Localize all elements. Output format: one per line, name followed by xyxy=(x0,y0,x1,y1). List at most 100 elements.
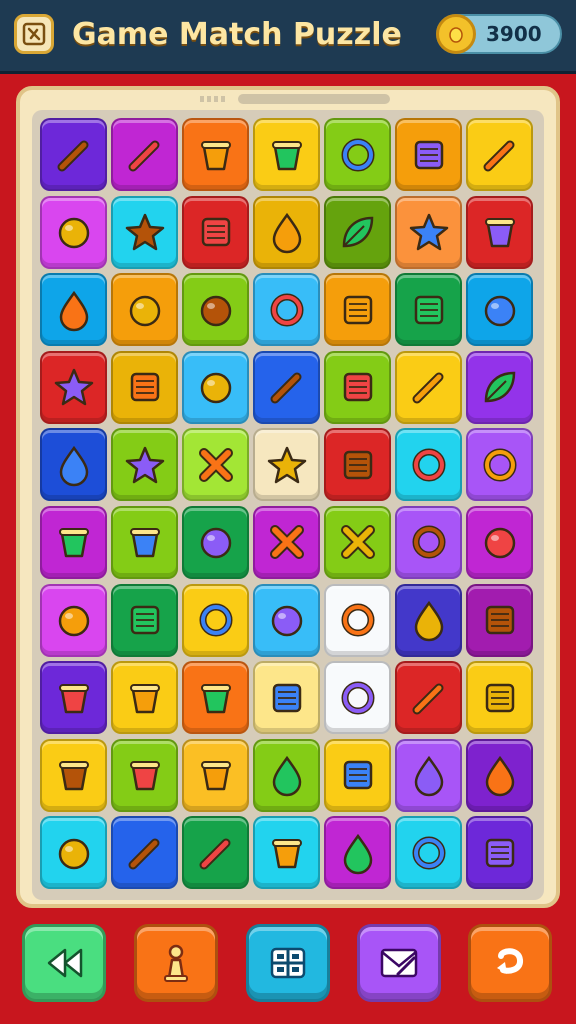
honey-pot-icon xyxy=(265,831,309,875)
bandage-icon xyxy=(478,676,522,720)
tile-book[interactable] xyxy=(324,350,391,424)
egg-icon xyxy=(336,676,380,720)
tile-torch[interactable] xyxy=(253,350,320,424)
tile-pumpkin[interactable] xyxy=(466,273,533,347)
tile-popsicle[interactable] xyxy=(253,738,320,812)
tile-ice-cream[interactable] xyxy=(40,428,107,502)
leaf-icon xyxy=(336,210,380,254)
star-icon xyxy=(265,443,309,487)
tile-x[interactable] xyxy=(324,505,391,579)
tile-balloon[interactable] xyxy=(182,273,249,347)
hint-button[interactable] xyxy=(134,924,218,1002)
shell-icon xyxy=(407,365,451,409)
starfish-icon xyxy=(123,210,167,254)
page-title: Game Match Puzzle xyxy=(72,17,402,52)
tile-drop[interactable] xyxy=(253,195,320,269)
torch-icon xyxy=(265,365,309,409)
tile-grapes[interactable] xyxy=(466,505,533,579)
mask-icon xyxy=(123,676,167,720)
tile-bread-bundle[interactable] xyxy=(466,118,533,191)
tile-flame[interactable] xyxy=(324,816,391,890)
tile-target[interactable] xyxy=(324,583,391,657)
tile-crate[interactable] xyxy=(395,118,462,191)
tile-apple[interactable] xyxy=(182,350,249,424)
tile-spiral[interactable] xyxy=(324,118,391,191)
tile-pepper[interactable] xyxy=(40,195,107,269)
tile-mask[interactable] xyxy=(111,661,178,735)
tile-square-frame[interactable] xyxy=(324,273,391,347)
tile-berry[interactable] xyxy=(40,816,107,890)
coin-counter[interactable]: 3900 xyxy=(436,14,562,54)
lucky-cat-icon xyxy=(123,753,167,797)
tile-flower[interactable] xyxy=(111,428,178,502)
tile-magnifier[interactable] xyxy=(466,428,533,502)
tile-tomato[interactable] xyxy=(182,505,249,579)
tile-banana[interactable] xyxy=(182,816,249,890)
rewind-button[interactable] xyxy=(22,924,106,1002)
racket-icon xyxy=(194,598,238,642)
tile-shield[interactable] xyxy=(40,738,107,812)
tile-wooden-box[interactable] xyxy=(395,273,462,347)
tile-leaf[interactable] xyxy=(324,195,391,269)
tile-ring[interactable] xyxy=(395,505,462,579)
leaf-heart-icon xyxy=(407,753,451,797)
tile-alarm-clock[interactable] xyxy=(395,816,462,890)
tile-leaf-heart[interactable] xyxy=(395,738,462,812)
tile-bag[interactable] xyxy=(111,505,178,579)
bag-icon xyxy=(123,520,167,564)
tile-shell[interactable] xyxy=(395,350,462,424)
tile-vase[interactable] xyxy=(395,583,462,657)
tile-bucket[interactable] xyxy=(40,661,107,735)
tile-mirror[interactable] xyxy=(324,428,391,502)
tile-croissant[interactable] xyxy=(395,661,462,735)
tile-star[interactable] xyxy=(253,428,320,502)
tile-pumpkin[interactable] xyxy=(253,583,320,657)
tile-hat[interactable] xyxy=(182,738,249,812)
tile-seahorse[interactable] xyxy=(466,350,533,424)
tile-pot[interactable] xyxy=(466,195,533,269)
tile-bell-pepper[interactable] xyxy=(111,816,178,890)
tile-cross-sticks[interactable] xyxy=(253,505,320,579)
crate-icon xyxy=(407,133,451,177)
tile-picture[interactable] xyxy=(324,738,391,812)
tile-lucky-cat[interactable] xyxy=(111,738,178,812)
tile-pear[interactable] xyxy=(466,738,533,812)
undo-button[interactable] xyxy=(468,924,552,1002)
tile-racket[interactable] xyxy=(182,583,249,657)
popsicle-icon xyxy=(265,753,309,797)
tile-bread[interactable] xyxy=(40,118,107,191)
tile-notebook[interactable] xyxy=(182,195,249,269)
tile-tv[interactable] xyxy=(111,350,178,424)
tile-cupcake[interactable] xyxy=(253,118,320,191)
tile-lantern[interactable] xyxy=(182,661,249,735)
tile-pie[interactable] xyxy=(40,505,107,579)
tile-egg[interactable] xyxy=(324,661,391,735)
tile-scroll[interactable] xyxy=(466,816,533,890)
tile-gem[interactable] xyxy=(182,428,249,502)
garlic-icon xyxy=(52,288,96,332)
tile-crown-basket[interactable] xyxy=(395,195,462,269)
tile-books-stack[interactable] xyxy=(111,583,178,657)
tile-knot[interactable] xyxy=(253,273,320,347)
undo-icon xyxy=(487,940,533,986)
cloud-icon xyxy=(52,598,96,642)
grid-button[interactable] xyxy=(246,924,330,1002)
tile-stamp[interactable] xyxy=(253,661,320,735)
tile-jar[interactable] xyxy=(182,118,249,191)
cupcake-icon xyxy=(265,133,309,177)
tile-sun[interactable] xyxy=(40,350,107,424)
seahorse-icon xyxy=(478,365,522,409)
tile-starfish[interactable] xyxy=(111,195,178,269)
tile-cloud[interactable] xyxy=(40,583,107,657)
tile-face[interactable] xyxy=(111,273,178,347)
tile-glasses[interactable] xyxy=(395,428,462,502)
tile-eraser[interactable] xyxy=(466,583,533,657)
tile-honey-pot[interactable] xyxy=(253,816,320,890)
pear-icon xyxy=(478,753,522,797)
puzzle-logo-icon[interactable] xyxy=(14,14,54,54)
tile-pencil[interactable] xyxy=(111,118,178,191)
rewind-icon xyxy=(41,940,87,986)
mail-button[interactable] xyxy=(357,924,441,1002)
tile-garlic[interactable] xyxy=(40,273,107,347)
tile-bandage[interactable] xyxy=(466,661,533,735)
